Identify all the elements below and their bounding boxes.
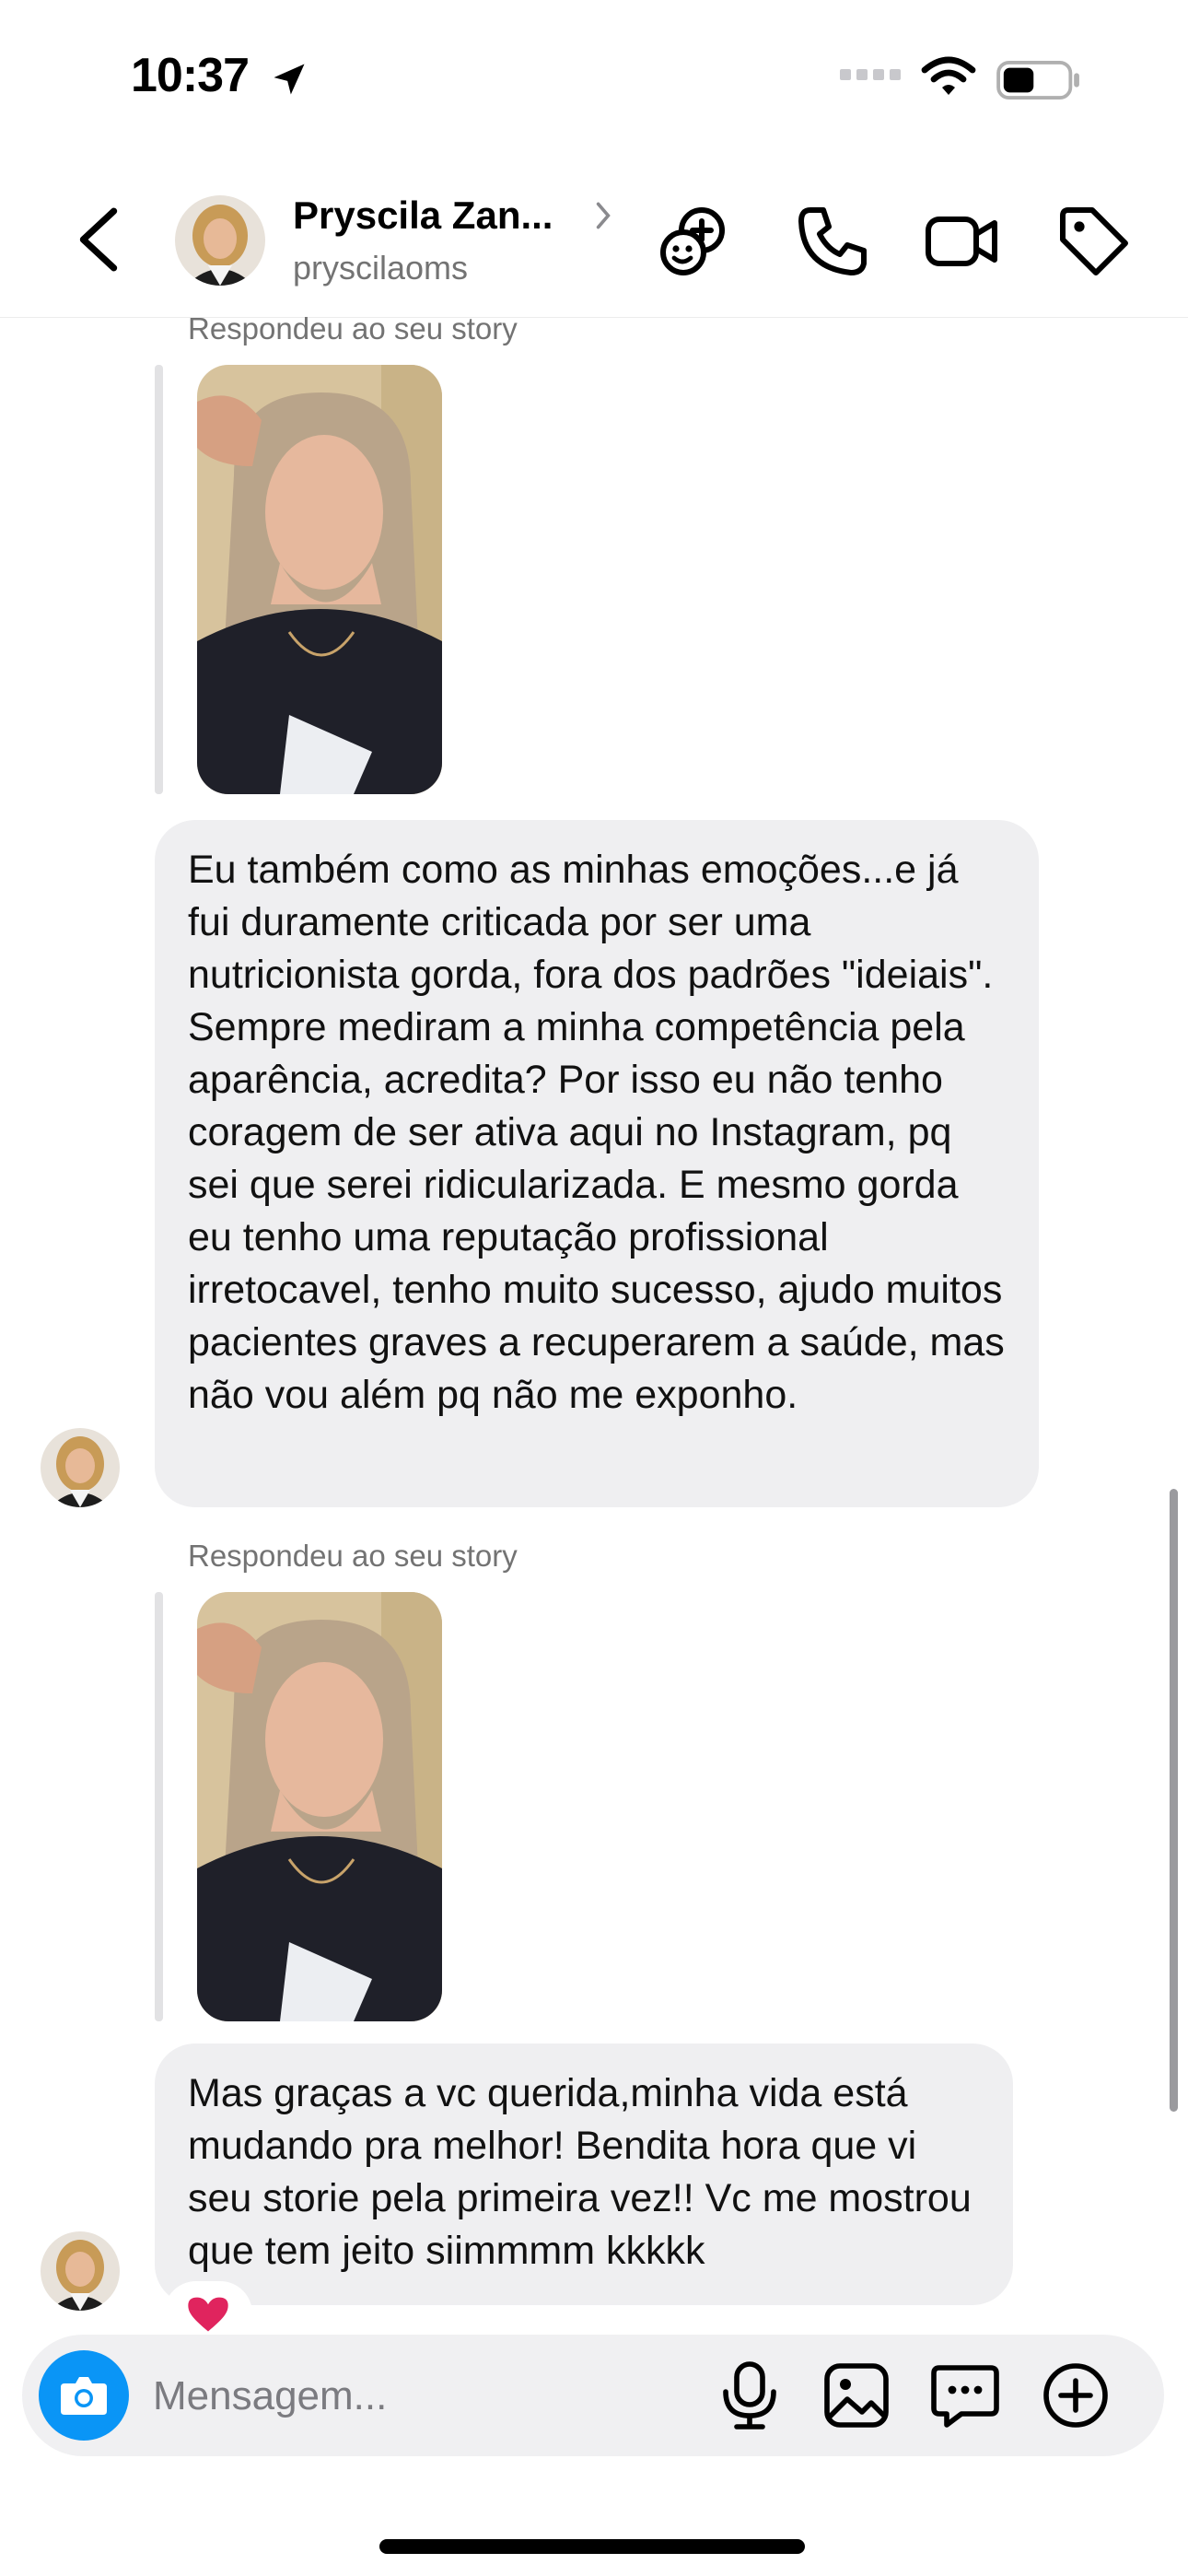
contact-username[interactable]: pryscilaoms [293,249,468,287]
story-thumbnail[interactable] [197,1592,442,2021]
gallery-icon[interactable] [820,2359,893,2432]
microphone-icon[interactable] [713,2359,786,2432]
reply-label: Respondeu ao seu story [188,1539,518,1573]
effects-icon[interactable] [658,203,735,280]
back-chevron-icon[interactable] [72,205,125,275]
message-bubble[interactable]: Mas graças a vc querida,minha vida está … [155,2043,1013,2305]
contact-avatar[interactable] [175,195,265,286]
message-bubble[interactable]: Eu também como as minhas emoções...e já … [155,820,1039,1507]
camera-icon [61,2377,107,2415]
tag-icon[interactable] [1055,203,1133,280]
add-icon[interactable] [1039,2359,1112,2432]
heart-icon [188,2297,228,2332]
camera-button[interactable] [39,2350,129,2441]
chevron-right-icon[interactable] [591,199,615,232]
phone-icon[interactable] [794,203,871,280]
location-arrow-icon [274,64,305,95]
story-thumbnail[interactable] [197,365,442,794]
sender-avatar[interactable] [41,2231,120,2311]
sender-avatar[interactable] [41,1428,120,1507]
status-time: 10:37 [131,49,250,102]
cellular-signal-icon [840,68,906,85]
video-camera-icon[interactable] [923,203,1000,280]
reply-label: Respondeu ao seu story [188,311,518,345]
story-quote-bar [155,365,163,794]
battery-icon [996,61,1079,100]
wifi-icon [921,56,976,95]
sticker-icon[interactable] [928,2359,1002,2432]
message-input[interactable] [153,2364,705,2429]
story-quote-bar [155,1592,163,2021]
contact-name[interactable]: Pryscila Zan... [293,193,553,238]
home-indicator[interactable] [379,2539,805,2554]
scrollbar[interactable] [1170,1489,1178,2112]
